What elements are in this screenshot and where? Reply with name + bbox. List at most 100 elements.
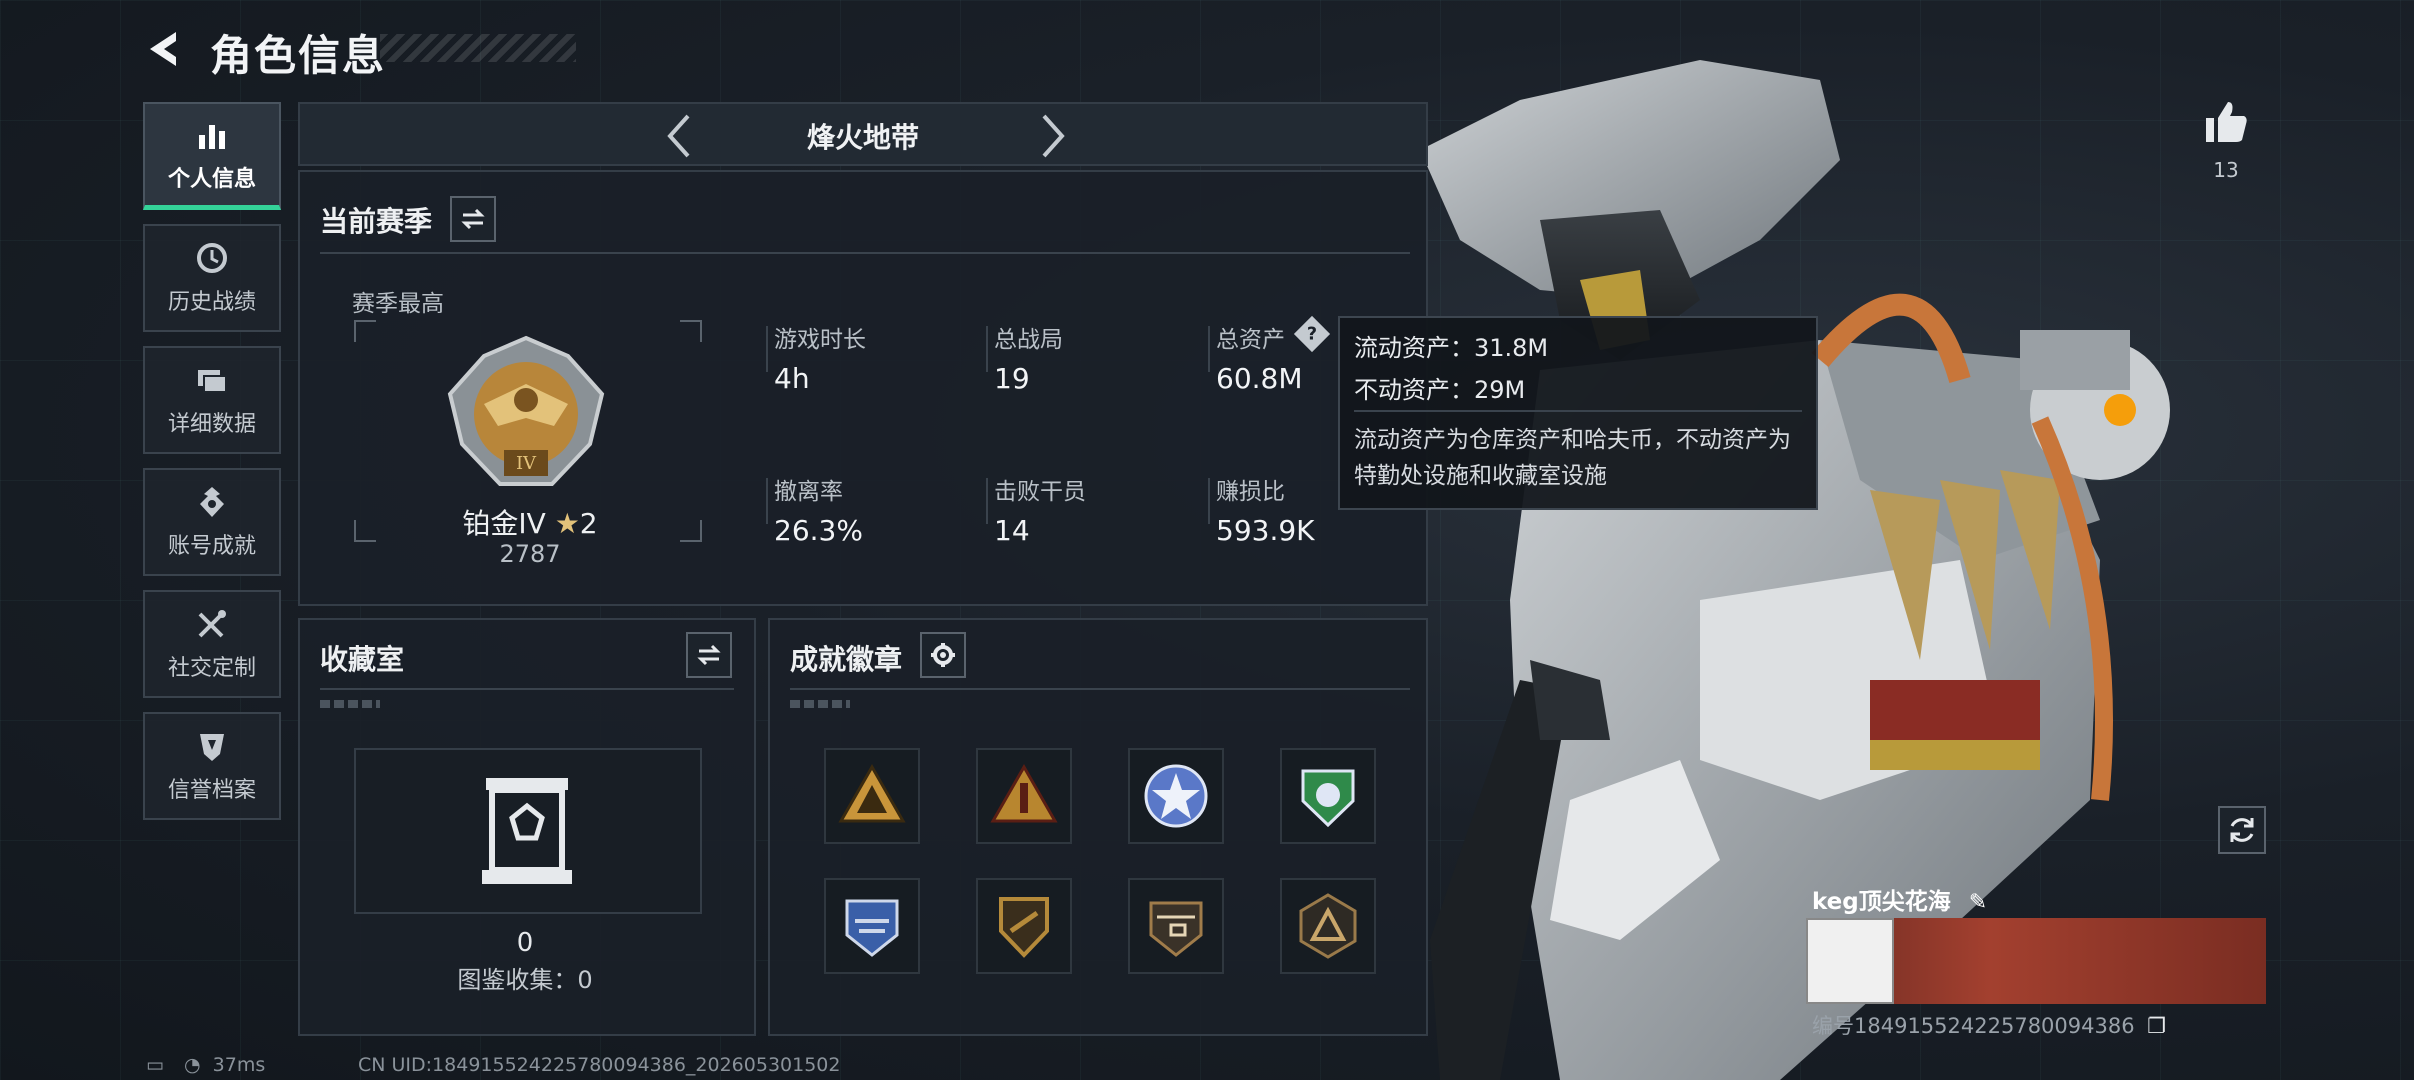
swap-icon xyxy=(697,644,721,666)
nav-item-label: 详细数据 xyxy=(167,412,256,437)
tooltip-liquid-assets: 流动资产：31.8M xyxy=(1354,334,1549,362)
stat-label-operators-killed: 击败干员 xyxy=(994,479,1086,505)
wifi-icon: ◔ xyxy=(184,1054,201,1076)
hexagon-triangle-badge-icon xyxy=(1299,893,1357,959)
green-shield-badge-icon xyxy=(1301,769,1355,828)
rank-name-row: 铂金IV ★2 xyxy=(450,502,610,542)
tools-icon xyxy=(198,610,226,638)
badge-slot[interactable] xyxy=(976,748,1072,844)
badge-slot[interactable] xyxy=(1128,878,1224,974)
chevron-right-icon[interactable] xyxy=(1030,112,1074,160)
nav-item-credit-record[interactable]: 信誉档案 xyxy=(143,712,281,820)
player-id: 编号1849155242257800943​86 ❐ xyxy=(1812,1010,2166,1040)
triangle-squad-badge-icon xyxy=(838,763,906,823)
stat-label-total-assets: 总资产 xyxy=(1216,327,1285,353)
page-title: 角色信息 xyxy=(210,31,387,80)
copy-icon[interactable]: ❐ xyxy=(2147,1014,2166,1038)
divider xyxy=(320,252,1410,254)
divider xyxy=(790,688,1410,690)
gear-icon xyxy=(931,643,955,667)
player-name: keg顶尖花海 ✎ xyxy=(1812,882,1987,916)
badge-slot[interactable] xyxy=(824,748,920,844)
shield-icon xyxy=(200,734,224,761)
catalog-progress: 图鉴收集：0 xyxy=(457,966,593,994)
badge-slot[interactable] xyxy=(824,878,920,974)
helicopter-badge-icon xyxy=(1149,901,1203,957)
collection-title: 收藏室 xyxy=(320,643,405,676)
badges-title: 成就徽章 xyxy=(790,643,903,676)
stat-value-operators-killed: 14 xyxy=(994,514,1030,547)
assets-tooltip: 流动资产：31.8M 不动资产：29M 流动资产为仓库资产和哈夫币，不动资产为特… xyxy=(1338,316,1818,510)
stat-divider xyxy=(1208,478,1210,524)
stat-label-extraction-rate: 撤离率 xyxy=(774,479,843,505)
stat-label-playtime: 游戏时长 xyxy=(774,327,866,353)
badges-settings-button[interactable] xyxy=(920,632,966,678)
title-decoration xyxy=(380,34,576,62)
stat-divider xyxy=(986,326,988,372)
badge-slot[interactable] xyxy=(1128,748,1224,844)
mode-title: 烽火地带 xyxy=(806,121,919,154)
bar-chart-icon xyxy=(199,124,225,149)
account-uid: CN UID:18491552422578009438​6_2026053015… xyxy=(358,1054,841,1076)
thumbs-up-icon[interactable] xyxy=(2200,96,2252,148)
collection-count: 0 xyxy=(516,928,534,958)
collection-switch-button[interactable] xyxy=(686,632,732,678)
refresh-icon xyxy=(2230,818,2254,842)
star-seal-badge-icon xyxy=(1144,764,1208,828)
edit-pencil-icon[interactable]: ✎ xyxy=(1969,890,1987,915)
rank-stars: 2 xyxy=(579,507,598,540)
clock-history-icon xyxy=(197,243,227,273)
nav-item-history[interactable]: 历史战绩 xyxy=(143,224,281,332)
stat-divider xyxy=(766,326,768,372)
rank-points: 2787 xyxy=(499,540,561,568)
swap-icon xyxy=(461,208,485,230)
nav-item-achievements[interactable]: 账号成就 xyxy=(143,468,281,576)
like-count: 13 xyxy=(2213,158,2239,182)
season-switch-button[interactable] xyxy=(450,196,496,242)
badge-slot[interactable] xyxy=(1280,748,1376,844)
stat-label-profit-ratio: 赚损比 xyxy=(1216,479,1285,505)
nav-item-personal-info[interactable]: 个人信息 xyxy=(143,102,281,210)
stat-value-profit-ratio: 593.9K xyxy=(1216,514,1315,547)
status-bar: ▭ ◔ 37ms xyxy=(146,1054,265,1076)
badge-slot[interactable] xyxy=(1280,878,1376,974)
folders-icon xyxy=(198,370,227,393)
player-name-text: keg顶尖花海 xyxy=(1812,889,1951,915)
mode-selector: 烽火地带 xyxy=(298,102,1428,166)
avatar[interactable] xyxy=(1806,918,1894,1004)
rank-emblem: IV xyxy=(447,335,605,486)
tooltip-description: 流动资产为仓库资产和哈夫币，不动资产为特勤处设施和收藏室设施 xyxy=(1354,427,1791,489)
stat-divider xyxy=(986,478,988,524)
tooltip-fixed-assets: 不动资产：29M xyxy=(1354,376,1526,404)
nav-item-label: 历史战绩 xyxy=(167,290,256,315)
stat-divider xyxy=(1208,326,1210,372)
tooltip-divider xyxy=(1354,410,1802,412)
blue-emblem-badge-icon xyxy=(845,899,899,957)
stat-value-playtime: 4h xyxy=(774,362,810,395)
ping-value: 37ms xyxy=(212,1054,266,1076)
nav-item-label: 个人信息 xyxy=(167,166,256,192)
stat-value-extraction-rate: 26.3% xyxy=(774,514,863,547)
battery-icon: ▭ xyxy=(146,1054,164,1076)
nav-item-label: 信誉档案 xyxy=(167,778,256,803)
stat-label-total-matches: 总战局 xyxy=(994,327,1063,353)
rank-emblem-numeral: IV xyxy=(516,453,537,474)
divider xyxy=(320,688,734,690)
badge-slot[interactable] xyxy=(976,878,1072,974)
nav-item-detailed-data[interactable]: 详细数据 xyxy=(143,346,281,454)
back-arrow-icon[interactable] xyxy=(142,26,188,72)
nav-item-label: 账号成就 xyxy=(167,534,256,559)
player-id-text: 编号1849155242257800943​86 xyxy=(1812,1014,2135,1038)
nav-item-label: 社交定制 xyxy=(167,656,256,681)
star-icon: ★ xyxy=(554,507,580,540)
stat-divider xyxy=(766,478,768,524)
medal-icon xyxy=(200,487,224,517)
rotate-model-button[interactable] xyxy=(2218,806,2266,854)
stat-value-total-assets: 60.8M xyxy=(1216,362,1303,395)
rank-name: 铂金IV xyxy=(462,507,546,540)
decoration-marks xyxy=(790,700,850,708)
triangle-rocket-badge-icon xyxy=(990,763,1058,823)
season-best-label: 赛季最高 xyxy=(352,291,444,317)
nav-item-social-custom[interactable]: 社交定制 xyxy=(143,590,281,698)
current-season-title: 当前赛季 xyxy=(320,205,433,238)
